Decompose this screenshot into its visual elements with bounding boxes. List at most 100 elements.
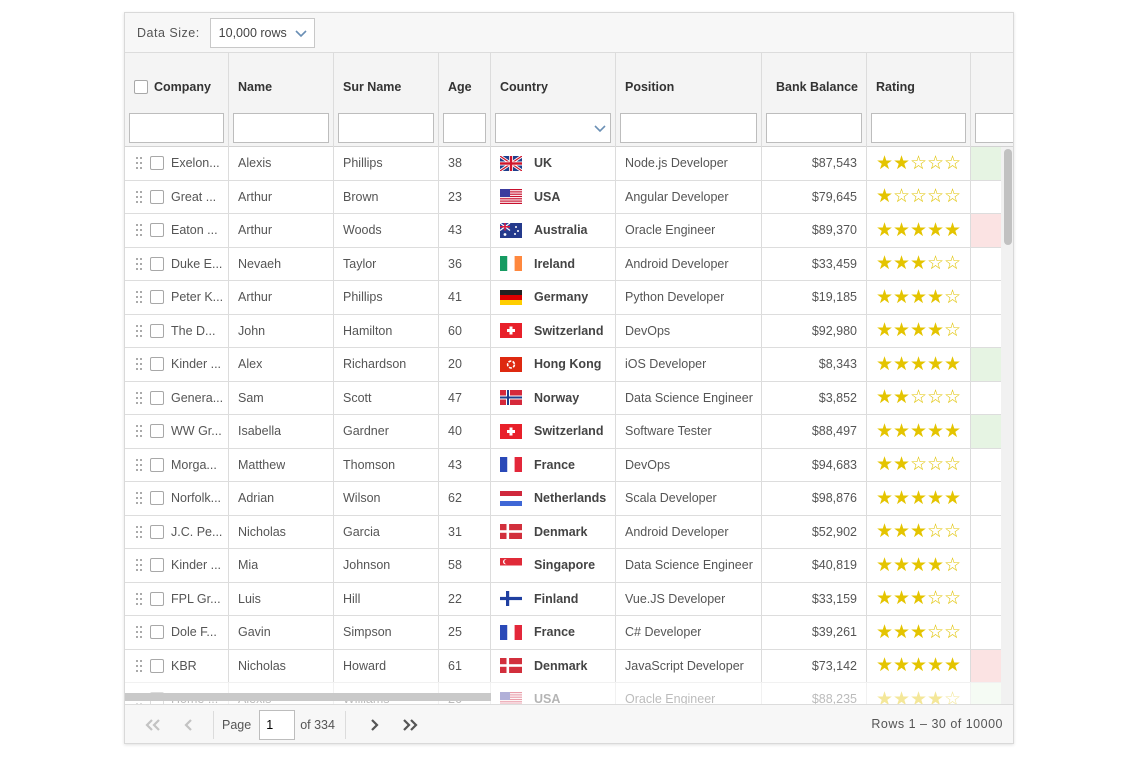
table-row[interactable]: J.C. Pe... Nicholas Garcia 31 Denmark Android… xyxy=(125,515,1013,549)
company-text: Eaton ... xyxy=(171,223,218,238)
select-all-checkbox[interactable] xyxy=(134,80,148,94)
first-page-button[interactable] xyxy=(135,710,171,740)
position-cell: Oracle Engineer xyxy=(616,214,762,247)
drag-handle-icon[interactable] xyxy=(135,357,143,371)
last-page-button[interactable] xyxy=(392,710,428,740)
column-header-label: Country xyxy=(500,80,548,94)
company-text: Morga... xyxy=(171,457,217,472)
row-checkbox[interactable] xyxy=(150,290,164,305)
drag-handle-icon[interactable] xyxy=(135,424,143,438)
column-header-label: Age xyxy=(448,80,472,94)
drag-handle-icon[interactable] xyxy=(135,290,143,304)
column-filter-input[interactable] xyxy=(871,113,966,143)
next-page-button[interactable] xyxy=(356,710,392,740)
page-number-input[interactable] xyxy=(259,710,296,740)
star-filled-icon: ★ xyxy=(910,253,928,275)
column-filter-input[interactable] xyxy=(129,113,224,143)
drag-handle-icon[interactable] xyxy=(135,223,143,237)
table-row[interactable]: Eaton ... Arthur Woods 43 Australia Oracle En… xyxy=(125,214,1013,248)
row-checkbox[interactable] xyxy=(150,156,164,171)
row-checkbox[interactable] xyxy=(150,390,164,405)
column-header-position[interactable]: Position xyxy=(616,53,762,147)
table-row[interactable]: Dole F... Gavin Simpson 25 France C# Develope… xyxy=(125,616,1013,650)
row-checkbox[interactable] xyxy=(150,357,164,372)
row-checkbox[interactable] xyxy=(150,558,164,573)
row-checkbox[interactable] xyxy=(150,491,164,506)
table-row[interactable]: Duke E... Nevaeh Taylor 36 Ireland Android De… xyxy=(125,247,1013,281)
column-header-sur-name[interactable]: Sur Name xyxy=(334,53,439,147)
table-row[interactable]: Peter K... Arthur Phillips 41 Germany Python … xyxy=(125,281,1013,315)
table-row[interactable]: WW Gr... Isabella Gardner 40 Switzerland Soft… xyxy=(125,415,1013,449)
table-row[interactable]: The D... John Hamilton 60 Switzerland DevOps $… xyxy=(125,314,1013,348)
star-filled-icon: ★ xyxy=(910,420,928,442)
table-row[interactable]: Exelon... Alexis Phillips 38 UK Node.js Devel… xyxy=(125,147,1013,181)
table-row[interactable]: KBR Nicholas Howard 61 Denmark JavaScript Dev… xyxy=(125,649,1013,683)
age-text: 58 xyxy=(448,558,462,573)
table-row[interactable]: Morga... Matthew Thomson 43 France DevOps $94,… xyxy=(125,448,1013,482)
table-row[interactable]: Kinder ... Alex Richardson 20 Hong Kong iOS D… xyxy=(125,348,1013,382)
column-filter-input[interactable] xyxy=(766,113,862,143)
row-checkbox[interactable] xyxy=(150,256,164,271)
table-row[interactable]: FPL Gr... Luis Hill 22 Finland Vue.JS Develop… xyxy=(125,582,1013,616)
row-checkbox[interactable] xyxy=(150,524,164,539)
row-checkbox[interactable] xyxy=(150,424,164,439)
data-size-select[interactable]: 10,000 rows xyxy=(209,17,315,48)
table-row[interactable]: Genera... Sam Scott 47 Norway Data Science En… xyxy=(125,381,1013,415)
drag-handle-icon[interactable] xyxy=(135,525,143,539)
column-header-bank-balance[interactable]: Bank Balance xyxy=(762,53,867,147)
surname-cell: Garcia xyxy=(334,515,439,548)
row-checkbox[interactable] xyxy=(150,591,164,606)
drag-handle-icon[interactable] xyxy=(135,592,143,606)
star-filled-icon: ★ xyxy=(893,219,911,241)
drag-handle-icon[interactable] xyxy=(135,156,143,170)
surname-text: Gardner xyxy=(343,424,389,439)
vertical-scroll-thumb[interactable] xyxy=(1004,149,1012,245)
name-cell: John xyxy=(229,314,334,347)
name-cell: Alex xyxy=(229,348,334,381)
table-row[interactable]: Norfolk... Adrian Wilson 62 Netherlands Scala… xyxy=(125,482,1013,516)
surname-text: Simpson xyxy=(343,625,392,640)
column-header-country[interactable]: Country xyxy=(491,53,616,147)
drag-handle-icon[interactable] xyxy=(135,324,143,338)
surname-text: Scott xyxy=(343,390,372,405)
column-header-rating[interactable]: Rating xyxy=(867,53,971,147)
column-filter-input[interactable] xyxy=(620,113,757,143)
vertical-scrollbar[interactable] xyxy=(1001,147,1013,704)
previous-page-button[interactable] xyxy=(171,710,207,740)
drag-handle-icon[interactable] xyxy=(135,625,143,639)
star-filled-icon: ★ xyxy=(927,487,945,509)
page-label: Page xyxy=(222,718,252,732)
horizontal-scrollbar[interactable] xyxy=(125,693,491,701)
column-filter-input[interactable] xyxy=(338,113,434,143)
position-cell: Node.js Developer xyxy=(616,147,762,180)
column-filter-input[interactable] xyxy=(975,113,1013,143)
drag-handle-icon[interactable] xyxy=(135,257,143,271)
country-text: Finland xyxy=(534,591,579,606)
row-checkbox[interactable] xyxy=(150,323,164,338)
drag-handle-icon[interactable] xyxy=(135,659,143,673)
country-cell: Germany xyxy=(491,281,616,314)
row-checkbox[interactable] xyxy=(150,625,164,640)
table-row[interactable]: Kinder ... Mia Johnson 58 Singapore Data Scie… xyxy=(125,549,1013,583)
column-filter-input[interactable] xyxy=(443,113,486,143)
company-cell: Eaton ... xyxy=(125,214,229,247)
drag-handle-icon[interactable] xyxy=(135,491,143,505)
drag-handle-icon[interactable] xyxy=(135,458,143,472)
company-text: Kinder ... xyxy=(171,357,222,372)
drag-handle-icon[interactable] xyxy=(135,190,143,204)
column-header-age[interactable]: Age xyxy=(439,53,491,147)
row-checkbox[interactable] xyxy=(150,658,164,673)
table-row[interactable]: Great ... Arthur Brown 23 USA Angular Develop… xyxy=(125,180,1013,214)
name-text: Matthew xyxy=(238,457,286,472)
name-text: Alexis xyxy=(238,156,272,171)
column-header-name[interactable]: Name xyxy=(229,53,334,147)
column-header-company[interactable]: Company xyxy=(125,53,229,147)
row-checkbox[interactable] xyxy=(150,223,164,238)
row-checkbox[interactable] xyxy=(150,189,164,204)
row-checkbox[interactable] xyxy=(150,457,164,472)
drag-handle-icon[interactable] xyxy=(135,391,143,405)
position-cell: Python Developer xyxy=(616,281,762,314)
column-header-extra[interactable] xyxy=(971,53,1013,147)
column-filter-input[interactable] xyxy=(233,113,329,143)
drag-handle-icon[interactable] xyxy=(135,558,143,572)
